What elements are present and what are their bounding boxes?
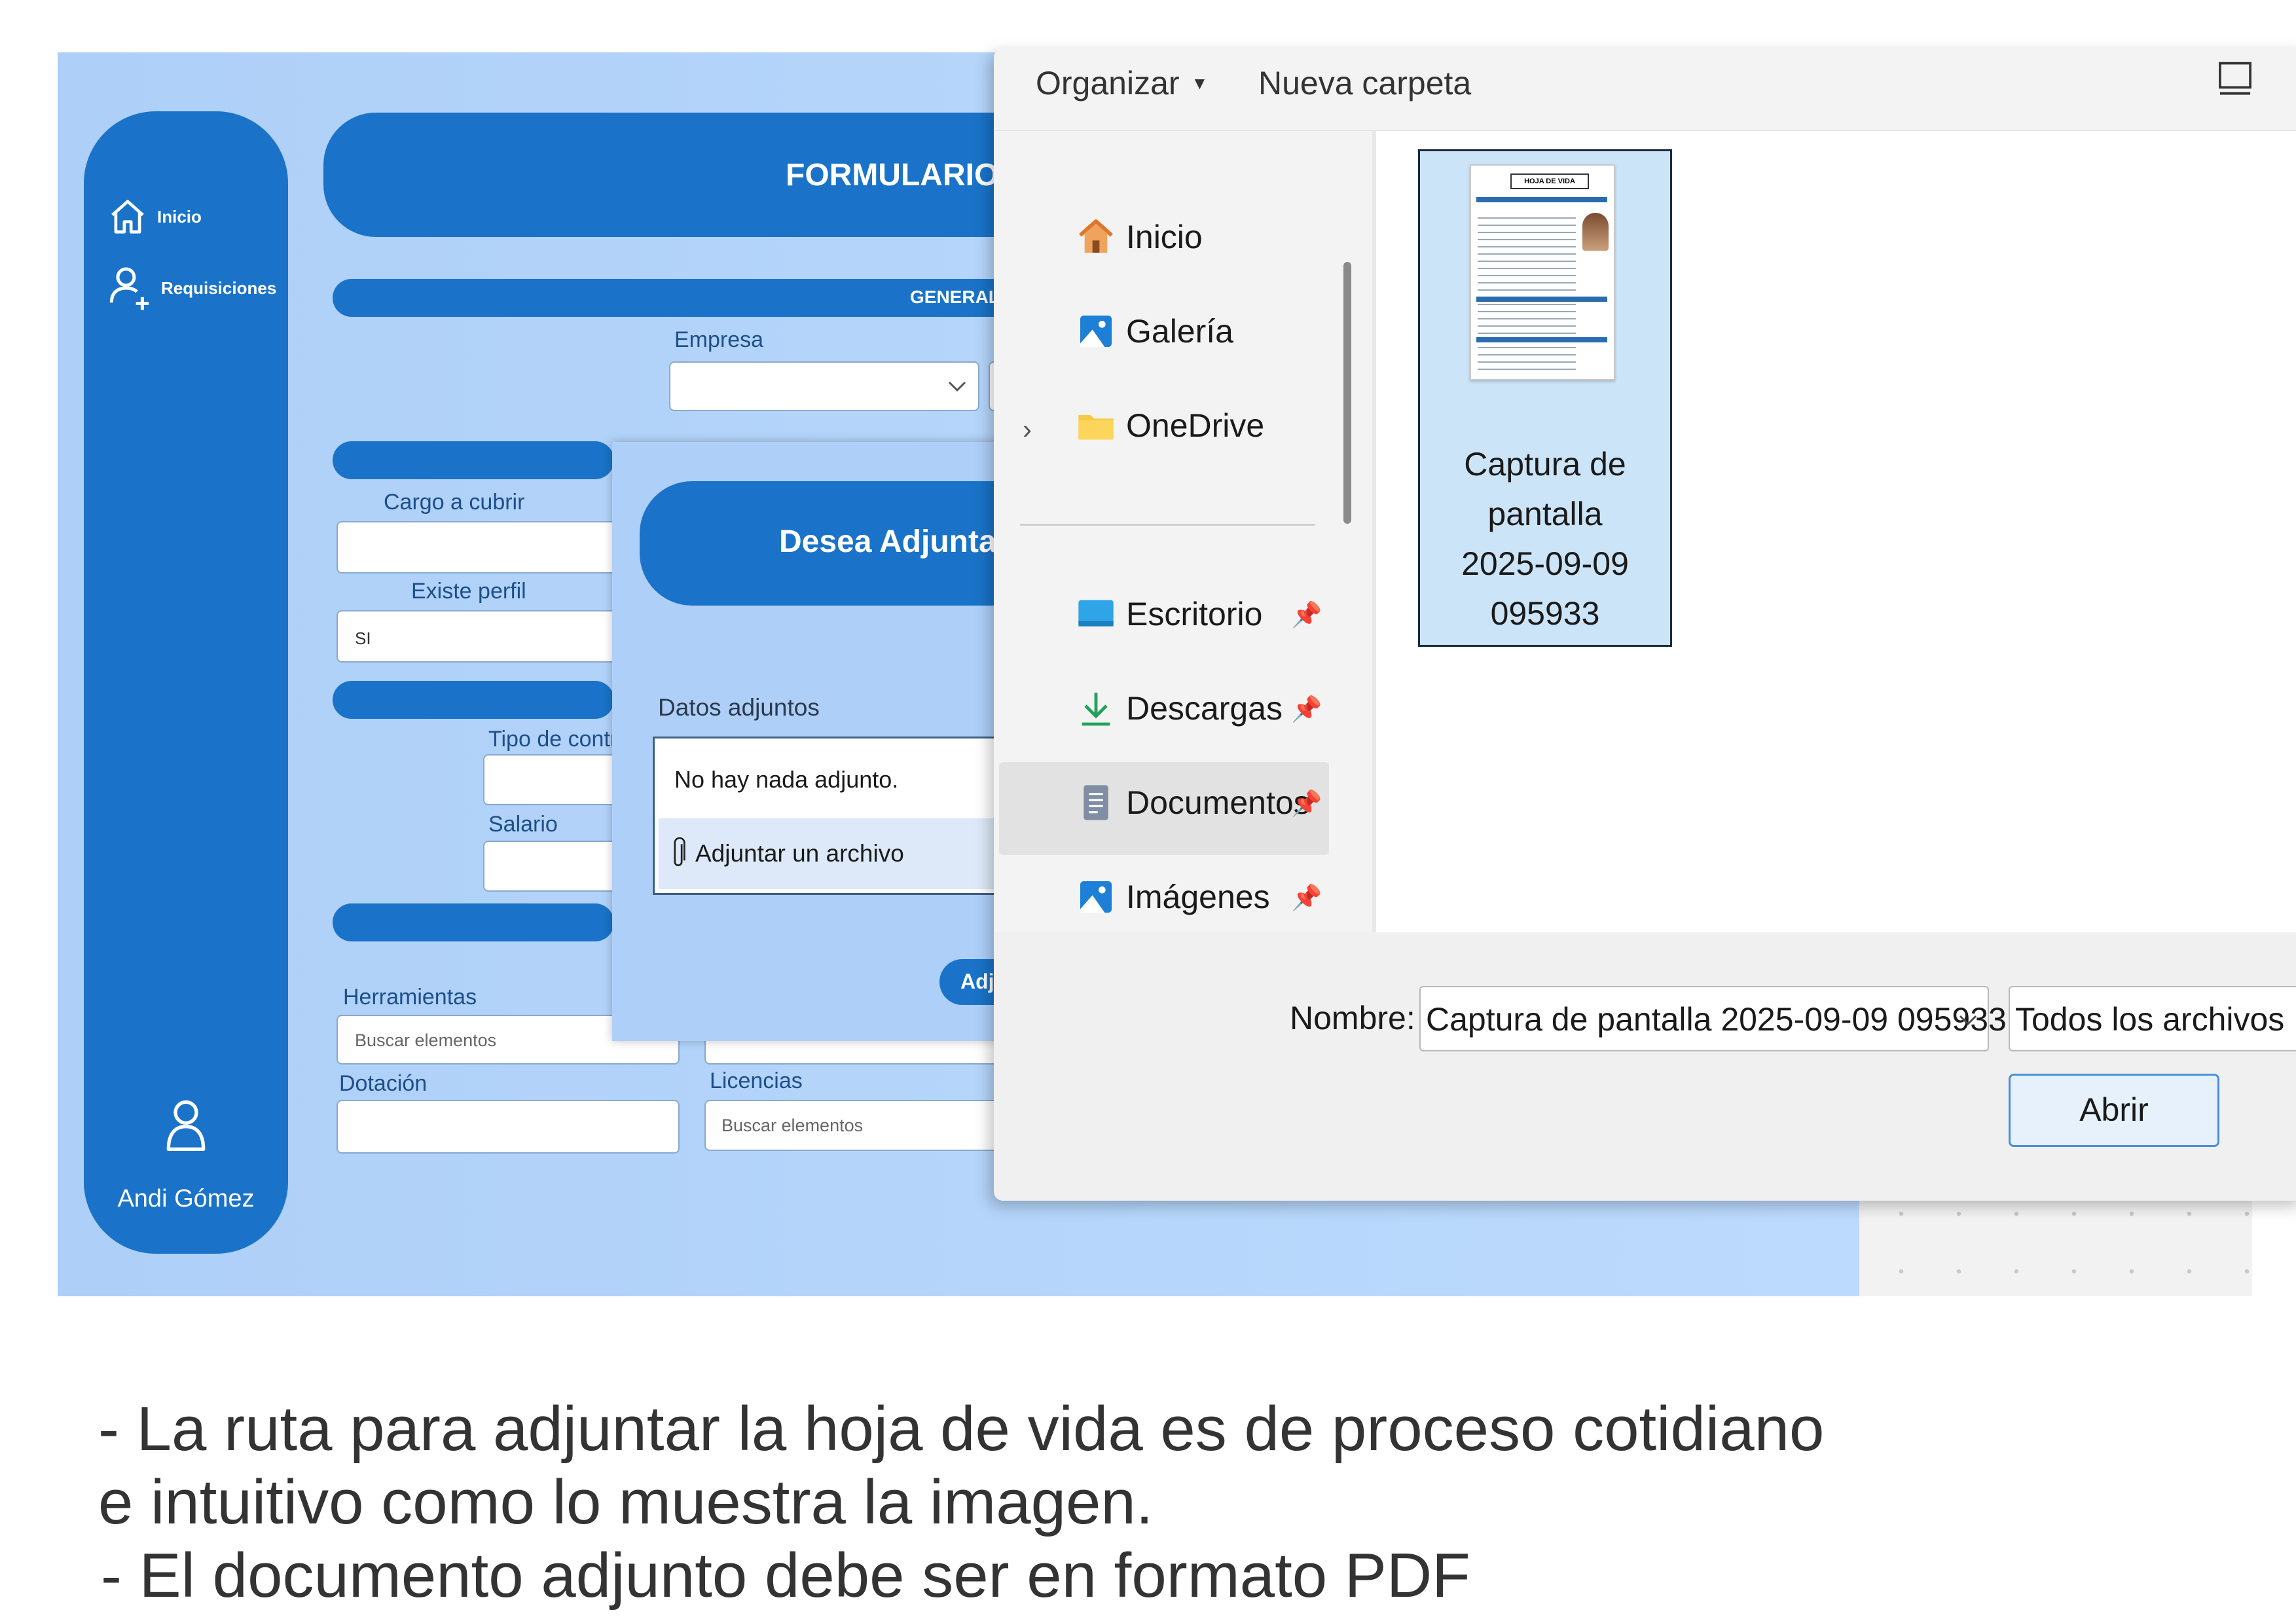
filename-input[interactable]: Captura de pantalla 2025-09-09 095933 bbox=[1419, 986, 2007, 1051]
sidebar-item-inicio[interactable]: Inicio bbox=[107, 196, 202, 237]
tipo-contrato-input[interactable] bbox=[483, 754, 618, 805]
section-bar bbox=[333, 681, 614, 719]
thumbnail-title: HOJA DE VIDA bbox=[1510, 173, 1589, 189]
name-label: Nombre: bbox=[1290, 1000, 1415, 1036]
folder-icon bbox=[1078, 415, 1114, 440]
file-open-dialog: Organizar ▼ Nueva carpeta Inicio Galería… bbox=[994, 48, 2296, 1201]
gallery-icon bbox=[1080, 316, 1112, 347]
salario-input[interactable] bbox=[483, 841, 618, 892]
sidebar-item-label: Inicio bbox=[157, 206, 202, 227]
nav-item-imagenes[interactable]: Imágenes bbox=[1075, 876, 1270, 918]
nav-divider bbox=[1020, 524, 1315, 526]
user-name: Andi Gómez bbox=[117, 1185, 255, 1212]
file-name-line: Captura de bbox=[1464, 446, 1626, 483]
download-icon bbox=[1082, 693, 1110, 726]
attach-file-label: Adjuntar un archivo bbox=[695, 840, 904, 867]
pin-icon[interactable]: 📌 bbox=[1291, 790, 1322, 818]
dotacion-label: Dotación bbox=[339, 1071, 428, 1096]
thumb-lines bbox=[1478, 211, 1576, 375]
add-user-icon bbox=[109, 267, 149, 310]
no-attachments-text: No hay nada adjunto. bbox=[674, 766, 899, 793]
licencias-placeholder: Buscar elementos bbox=[721, 1116, 864, 1135]
nav-item-descargas[interactable]: Descargas bbox=[1075, 687, 1283, 729]
user-icon[interactable] bbox=[165, 1099, 207, 1151]
nav-item-label: Descargas bbox=[1126, 690, 1283, 727]
thumb-photo bbox=[1582, 213, 1609, 251]
dotacion-input[interactable] bbox=[337, 1100, 680, 1154]
existe-perfil-label: Existe perfil bbox=[411, 579, 526, 604]
nav-item-label: Documentos bbox=[1126, 784, 1310, 821]
sidebar: Inicio Requisiciones Andi Gómez bbox=[84, 111, 288, 1254]
home-icon bbox=[111, 200, 144, 234]
chevron-down-icon[interactable] bbox=[1959, 1013, 1977, 1027]
file-name-line: pantalla bbox=[1487, 496, 1603, 532]
view-icon[interactable] bbox=[2217, 60, 2253, 100]
thumb-bar bbox=[1476, 297, 1607, 302]
thumb-bar bbox=[1476, 337, 1607, 342]
pin-icon[interactable]: 📌 bbox=[1291, 695, 1322, 724]
caret-down-icon: ▼ bbox=[1191, 73, 1209, 93]
desktop-icon bbox=[1078, 600, 1114, 627]
new-folder-button[interactable]: Nueva carpeta bbox=[1258, 64, 1471, 102]
cargo-input[interactable] bbox=[337, 521, 618, 574]
sidebar-item-requisiciones[interactable]: Requisiciones bbox=[107, 264, 276, 312]
open-button[interactable]: Abrir bbox=[2009, 1074, 2219, 1147]
dialog-footer: Nombre: Captura de pantalla 2025-09-09 0… bbox=[994, 932, 2296, 1201]
nav-item-galeria[interactable]: Galería bbox=[1075, 310, 1233, 352]
document-icon bbox=[1084, 785, 1108, 820]
sidebar-item-label: Requisiciones bbox=[161, 278, 277, 298]
tipo-contrato-label: Tipo de contr bbox=[488, 727, 618, 752]
attachments-label: Datos adjuntos bbox=[658, 694, 820, 721]
existe-perfil-select[interactable]: SI bbox=[337, 610, 618, 663]
nav-scrollbar[interactable] bbox=[1343, 262, 1351, 524]
file-type-value: Todos los archivos bbox=[2015, 1001, 2285, 1038]
nav-item-inicio[interactable]: Inicio bbox=[1075, 216, 1203, 258]
caption-line-3: - El documento adjunto debe ser en forma… bbox=[101, 1540, 1470, 1611]
file-item[interactable]: HOJA DE VIDA Captura de pantalla 2025-09… bbox=[1418, 149, 1672, 647]
pin-icon[interactable]: 📌 bbox=[1291, 884, 1322, 913]
nav-item-documentos[interactable]: Documentos bbox=[1075, 782, 1310, 824]
navigation-pane: Inicio Galería › OneDrive Escritorio 📌 D… bbox=[994, 131, 1372, 998]
filename-value: Captura de pantalla 2025-09-09 095933 bbox=[1426, 1001, 2007, 1038]
cargo-label: Cargo a cubrir bbox=[384, 490, 525, 515]
file-name-line: 095933 bbox=[1490, 595, 1600, 632]
herramientas-label: Herramientas bbox=[343, 985, 477, 1010]
existe-perfil-value: SI bbox=[355, 628, 371, 648]
chevron-right-icon[interactable]: › bbox=[1023, 414, 1032, 445]
organize-menu[interactable]: Organizar ▼ bbox=[1036, 64, 1208, 102]
nav-item-label: Inicio bbox=[1126, 219, 1203, 255]
pane-splitter[interactable] bbox=[1372, 131, 1376, 932]
empresa-select[interactable] bbox=[669, 361, 979, 411]
open-button-label: Abrir bbox=[2079, 1091, 2149, 1128]
nav-item-label: OneDrive bbox=[1126, 407, 1265, 444]
licencias-select[interactable]: Buscar elementos bbox=[704, 1100, 1006, 1151]
organize-label: Organizar bbox=[1036, 65, 1180, 101]
caption-line-2: e intuitivo como lo muestra la imagen. bbox=[98, 1467, 1154, 1537]
empresa-label: Empresa bbox=[674, 327, 764, 352]
herramientas-placeholder: Buscar elementos bbox=[355, 1030, 497, 1050]
section-bar bbox=[333, 441, 614, 479]
file-type-select[interactable]: Todos los archivos bbox=[2009, 986, 2296, 1051]
file-name-line: 2025-09-09 bbox=[1461, 545, 1629, 582]
nav-item-label: Escritorio bbox=[1126, 596, 1263, 632]
nav-item-escritorio[interactable]: Escritorio bbox=[1075, 593, 1262, 635]
chevron-down-icon bbox=[948, 381, 966, 392]
caption-line-1: - La ruta para adjuntar la hoja de vida … bbox=[98, 1394, 1825, 1464]
nav-item-onedrive[interactable]: OneDrive bbox=[1075, 405, 1264, 446]
home-icon bbox=[1079, 219, 1113, 253]
nav-item-label: Galería bbox=[1126, 313, 1233, 350]
image-icon bbox=[1080, 881, 1112, 913]
file-thumbnail: HOJA DE VIDA bbox=[1470, 164, 1615, 380]
salario-label: Salario bbox=[488, 812, 558, 837]
dialog-toolbar: Organizar ▼ Nueva carpeta bbox=[994, 48, 2296, 131]
file-name: Captura de pantalla 2025-09-09 095933 bbox=[1420, 439, 1670, 638]
thumb-bar bbox=[1476, 197, 1607, 202]
nav-item-label: Imágenes bbox=[1126, 879, 1270, 915]
licencias-label: Licencias bbox=[710, 1068, 803, 1093]
section-bar bbox=[333, 903, 614, 941]
paperclip-icon bbox=[674, 837, 685, 866]
pin-icon[interactable]: 📌 bbox=[1291, 601, 1322, 630]
